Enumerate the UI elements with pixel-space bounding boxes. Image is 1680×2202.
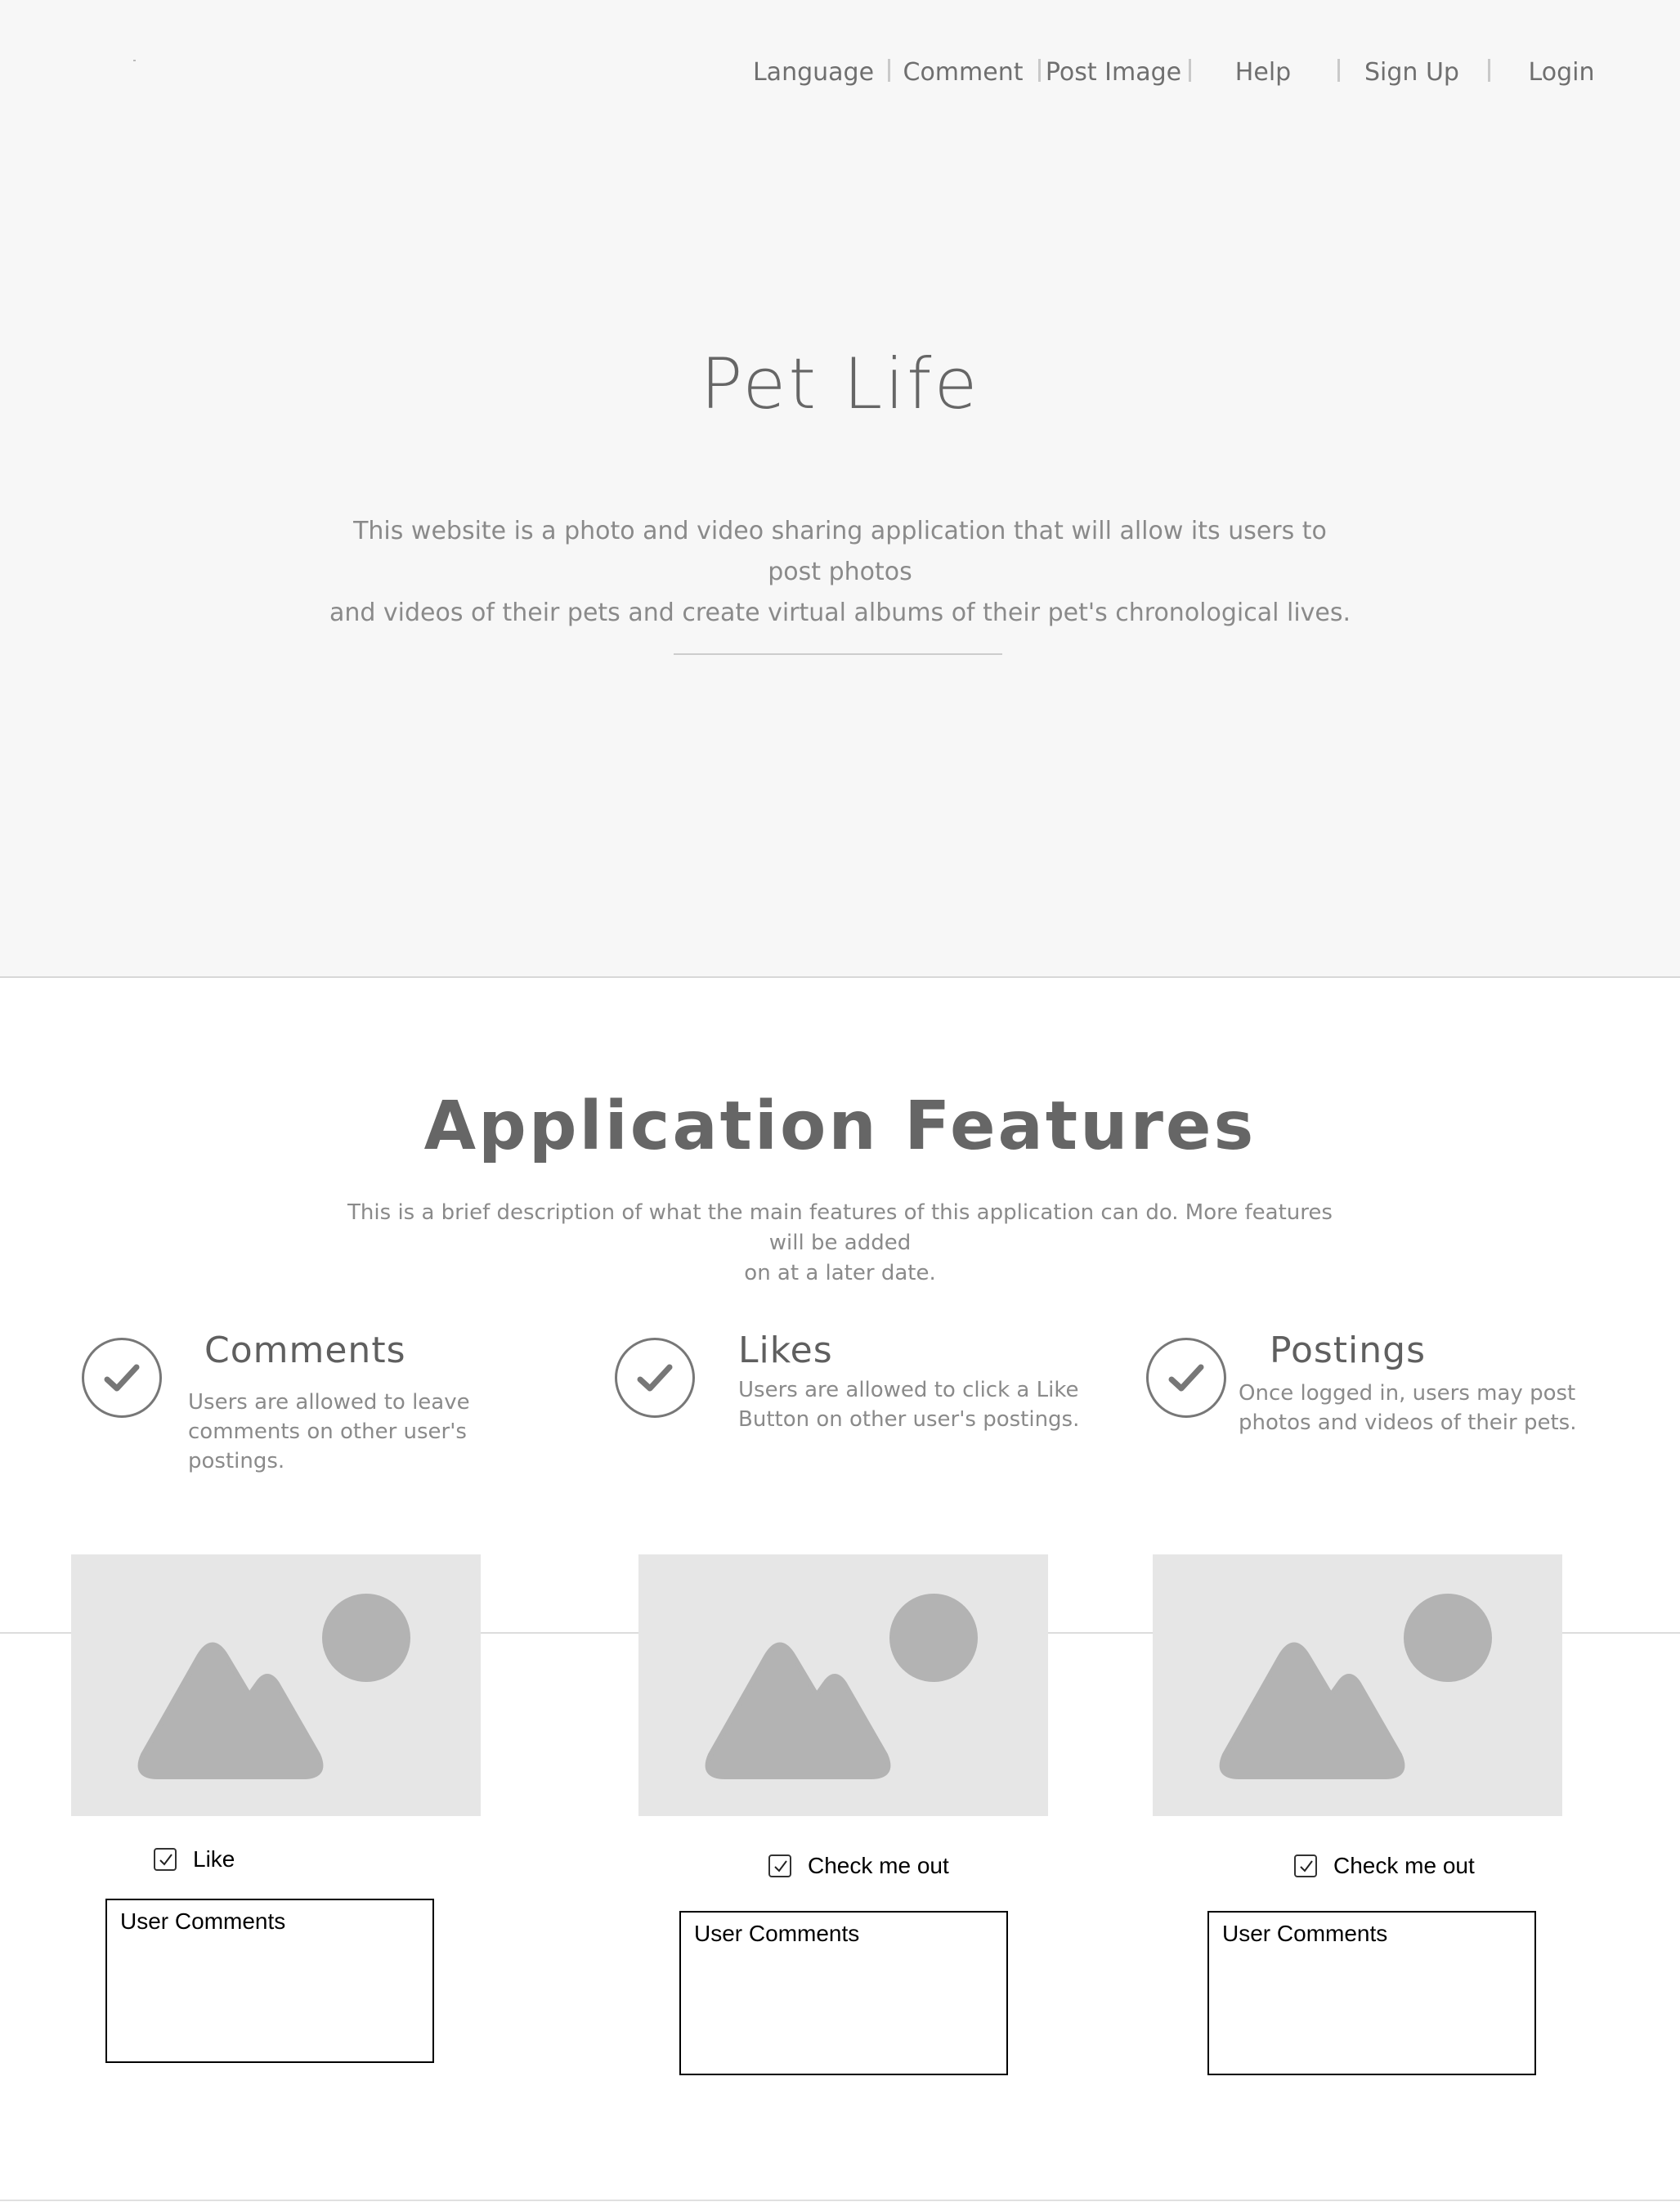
user-comments-placeholder: User Comments [1222,1921,1388,1946]
site-description: This website is a photo and video sharin… [327,511,1353,634]
user-comments-field[interactable]: User Comments [1207,1911,1536,2075]
nav-item-sign-up[interactable]: Sign Up [1364,52,1459,93]
image-placeholder-icon[interactable] [1153,1554,1562,1816]
feature-title-likes: Likes [738,1330,833,1371]
hero-section: Language Comment Post Image Help Sign Up… [0,0,1680,978]
feature-description-line: photos and videos of their pets. [1239,1410,1577,1435]
like-checkbox[interactable]: Like [154,1846,235,1872]
user-comments-placeholder: User Comments [694,1921,860,1946]
nav-separator [888,59,890,82]
features-description-line: on at a later date. [744,1261,936,1285]
nav-item-language[interactable]: Language [753,52,874,93]
checkbox-checked-icon[interactable] [1294,1854,1317,1877]
check-icon [615,1338,695,1418]
user-comments-placeholder: User Comments [120,1908,286,1934]
nav-item-comment[interactable]: Comment [903,52,1024,93]
nav-item-login[interactable]: Login [1529,52,1595,93]
features-description-line: This is a brief description of what the … [347,1200,1333,1255]
feature-title-comments: Comments [204,1330,406,1371]
checkbox-label: Check me out [808,1853,949,1878]
footer-divider [0,2200,1680,2201]
check-me-out-checkbox[interactable]: Check me out [768,1853,949,1879]
check-me-out-checkbox[interactable]: Check me out [1294,1853,1475,1879]
image-placeholder-icon[interactable] [638,1554,1048,1816]
top-navigation: Language Comment Post Image Help Sign Up… [0,52,1680,93]
feature-description-postings: Once logged in, users may post photos an… [1239,1379,1577,1437]
feature-title-postings: Postings [1270,1330,1427,1371]
check-icon [82,1338,162,1418]
checkbox-label: Like [193,1846,235,1872]
feature-description-line: Button on other user's postings. [738,1407,1080,1432]
nav-item-help[interactable]: Help [1235,52,1291,93]
feature-description-line: Once logged in, users may post [1239,1381,1576,1406]
features-description: This is a brief description of what the … [343,1198,1337,1289]
image-placeholder-icon[interactable] [71,1554,481,1816]
features-title: Application Features [423,1088,1257,1165]
check-icon [1146,1338,1226,1418]
feature-description-likes: Users are allowed to click a Like Button… [738,1375,1079,1434]
nav-item-post-image[interactable]: Post Image [1046,52,1181,93]
hero-divider [674,653,1002,655]
checkbox-checked-icon[interactable] [154,1848,177,1871]
site-description-line: and videos of their pets and create virt… [329,599,1351,627]
feature-description-line: Users are allowed to click a Like [738,1378,1079,1402]
feature-description-comments: Users are allowed to leave comments on o… [188,1388,470,1476]
nav-separator [1337,59,1340,82]
site-description-line: This website is a photo and video sharin… [353,517,1327,586]
feature-description-line: Users are allowed to leave [188,1390,470,1415]
user-comments-field[interactable]: User Comments [105,1899,434,2063]
checkbox-checked-icon[interactable] [768,1854,791,1877]
nav-separator [1488,59,1490,82]
feature-description-line: comments on other user's [188,1419,467,1444]
checkbox-label: Check me out [1333,1853,1475,1878]
user-comments-field[interactable]: User Comments [679,1911,1008,2075]
feature-description-line: postings. [188,1449,285,1473]
nav-separator [1038,59,1041,82]
site-title: Pet Life [700,343,980,425]
nav-separator [1189,59,1191,82]
